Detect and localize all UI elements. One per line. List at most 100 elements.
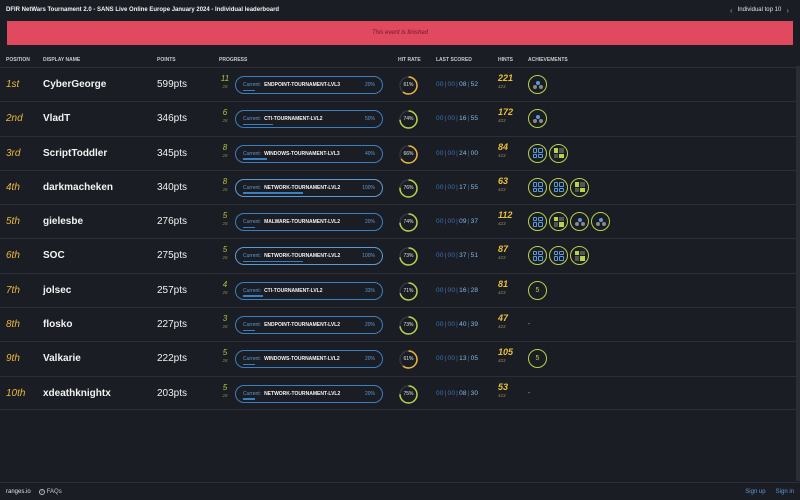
current-level-pill[interactable]: Current: NETWORK-TOURNAMENT-LVL2 100% bbox=[235, 247, 383, 266]
achievement-count-badge[interactable]: 5 bbox=[528, 349, 547, 369]
last-hours: 00 bbox=[447, 149, 456, 157]
hit-rate-value: 61% bbox=[403, 356, 414, 363]
current-level-pill[interactable]: Current: NETWORK-TOURNAMENT-LVL2 100% bbox=[235, 178, 383, 197]
achievement-grid-icon[interactable] bbox=[549, 177, 568, 197]
current-level-pill[interactable]: Current: NETWORK-TOURNAMENT-LVL2 20% bbox=[235, 384, 383, 403]
current-level-pill[interactable]: Current: WINDOWS-TOURNAMENT-LVL2 20% bbox=[235, 350, 383, 369]
col-achievements: ACHIEVEMENTS bbox=[528, 57, 568, 63]
current-level-name: NETWORK-TOURNAMENT-LVL2 bbox=[264, 184, 341, 191]
hints-used: 63 bbox=[498, 175, 509, 186]
table-row[interactable]: 5th gielesbe 276pts 5 28 Current: MALWARE-TOUR… bbox=[0, 204, 800, 238]
table-row[interactable]: 8th flosko 227pts 3 28 Current: ENDPOINT-TOURN… bbox=[0, 307, 800, 341]
progress-count: 5 28 bbox=[219, 383, 231, 399]
sign-in-link[interactable]: Sign in bbox=[776, 489, 794, 495]
achievement-grid-mixed-icon[interactable] bbox=[549, 212, 568, 232]
table-header: POSITION DISPLAY NAME POINTS PROGRESS HI… bbox=[0, 55, 800, 66]
achievement-grid-mixed-icon[interactable] bbox=[549, 143, 568, 163]
sign-up-link[interactable]: Sign up bbox=[745, 489, 765, 495]
hints-count: 172 423 bbox=[498, 108, 513, 124]
progress-total: 28 bbox=[222, 255, 228, 261]
points-value: 257pts bbox=[157, 284, 188, 296]
display-name[interactable]: jolsec bbox=[43, 274, 71, 308]
display-name[interactable]: CyberGeorge bbox=[43, 68, 106, 102]
current-level-pill[interactable]: Current: WINDOWS-TOURNAMENT-LVL3 40% bbox=[235, 144, 383, 163]
current-level-pill[interactable]: Current: ENDPOINT-TOURNAMENT-LVL2 20% bbox=[235, 316, 383, 335]
points-value: 203pts bbox=[157, 387, 188, 399]
hints-total: 423 bbox=[498, 152, 506, 158]
hit-rate-gauge: 74% bbox=[398, 109, 419, 130]
achievement-grid-mixed-icon[interactable] bbox=[570, 177, 589, 197]
table-row[interactable]: 10th xdeathknightx 203pts 5 28 Current: NETWOR… bbox=[0, 375, 800, 411]
achievements-list: - bbox=[528, 384, 530, 403]
last-scored-time: 00|00|16|28 bbox=[436, 286, 479, 294]
table-row[interactable]: 1st CyberGeorge 599pts 11 28 Current: ENDPOINT… bbox=[0, 67, 800, 101]
current-label: Current: bbox=[243, 150, 262, 157]
table-row[interactable]: 6th SOC 275pts 5 28 Current: NETWORK-TOURNAMEN… bbox=[0, 238, 800, 272]
display-name[interactable]: flosko bbox=[43, 308, 72, 342]
display-name[interactable]: gielesbe bbox=[43, 205, 83, 239]
achievement-grid-icon[interactable] bbox=[528, 212, 547, 232]
current-level-pill[interactable]: Current: CTI-TOURNAMENT-LVL2 50% bbox=[235, 110, 383, 129]
progress-count: 8 28 bbox=[219, 143, 231, 159]
chevron-right-icon[interactable]: › bbox=[786, 6, 789, 15]
col-position: POSITION bbox=[6, 57, 30, 63]
level-percent: 20% bbox=[364, 82, 375, 88]
col-last-scored: LAST SCORED bbox=[436, 57, 472, 63]
hit-rate-value: 71% bbox=[403, 287, 414, 294]
display-name[interactable]: xdeathknightx bbox=[43, 377, 111, 411]
achievement-grid-icon[interactable] bbox=[528, 143, 547, 163]
position-rank: 8th bbox=[6, 319, 20, 331]
current-label: Current: bbox=[243, 356, 262, 363]
last-scored-time: 00|00|08|52 bbox=[436, 81, 479, 88]
achievement-badge-icon[interactable] bbox=[528, 75, 547, 94]
progress-total: 28 bbox=[222, 186, 228, 192]
position-rank: 5th bbox=[6, 216, 20, 228]
current-level-name: CTI-TOURNAMENT-LVL2 bbox=[264, 287, 323, 294]
position-rank: 7th bbox=[6, 284, 20, 296]
display-name[interactable]: SOC bbox=[43, 239, 65, 273]
display-name[interactable]: VladT bbox=[43, 102, 70, 136]
last-seconds: 28 bbox=[470, 286, 479, 294]
faq-link[interactable]: ? FAQs bbox=[38, 488, 62, 495]
achievement-grid-icon[interactable] bbox=[549, 246, 568, 266]
current-level-pill[interactable]: Current: CTI-TOURNAMENT-LVL2 33% bbox=[235, 281, 383, 300]
display-name[interactable]: Valkarie bbox=[43, 342, 81, 376]
current-level-pill[interactable]: Current: ENDPOINT-TOURNAMENT-LVL3 20% bbox=[235, 76, 383, 94]
level-progress-bar bbox=[243, 226, 255, 229]
last-days: 00 bbox=[436, 218, 444, 226]
chevron-left-icon[interactable]: ‹ bbox=[730, 6, 733, 15]
last-days: 00 bbox=[436, 183, 444, 191]
progress-count: 8 28 bbox=[219, 177, 231, 193]
current-level-pill[interactable]: Current: MALWARE-TOURNAMENT-LVL2 20% bbox=[235, 213, 383, 232]
current-level-name: WINDOWS-TOURNAMENT-LVL2 bbox=[264, 356, 340, 363]
last-days: 00 bbox=[436, 149, 444, 157]
progress-total: 28 bbox=[222, 152, 228, 158]
achievement-badge-icon[interactable] bbox=[591, 212, 610, 232]
last-minutes: 40 bbox=[459, 321, 467, 329]
table-row[interactable]: 9th Valkarie 222pts 5 28 Current: WINDOWS-TOUR… bbox=[0, 341, 800, 375]
scrollbar[interactable] bbox=[796, 66, 800, 481]
table-row[interactable]: 4th darkmacheken 340pts 8 28 Current: NETWORK-… bbox=[0, 169, 800, 205]
achievement-count-badge[interactable]: 5 bbox=[528, 280, 547, 300]
last-seconds: 39 bbox=[470, 321, 479, 329]
achievement-grid-icon[interactable] bbox=[528, 177, 547, 197]
last-hours: 00 bbox=[447, 252, 456, 260]
table-row[interactable]: 7th jolsec 257pts 4 28 Current: CTI-TOURNAMENT… bbox=[0, 272, 800, 308]
display-name[interactable]: darkmacheken bbox=[43, 171, 113, 205]
achievement-grid-icon[interactable] bbox=[528, 246, 547, 266]
points-value: 276pts bbox=[157, 216, 188, 228]
last-minutes: 37 bbox=[459, 252, 467, 260]
table-row[interactable]: 3rd ScriptToddler 345pts 8 28 Current: WINDOWS… bbox=[0, 135, 800, 171]
level-progress-bar bbox=[243, 89, 255, 91]
achievement-badge-icon[interactable] bbox=[570, 212, 589, 232]
hints-total: 423 bbox=[498, 392, 506, 398]
brand-link[interactable]: ranges.io bbox=[6, 489, 31, 495]
display-name[interactable]: ScriptToddler bbox=[43, 137, 107, 171]
achievement-grid-mixed-icon[interactable] bbox=[570, 246, 589, 266]
achievement-badge-icon[interactable] bbox=[528, 109, 547, 129]
current-level-name: NETWORK-TOURNAMENT-LVL2 bbox=[264, 390, 341, 397]
current-level-name: ENDPOINT-TOURNAMENT-LVL2 bbox=[264, 322, 340, 329]
achievements-list bbox=[528, 143, 568, 163]
top-bar: DFIR NetWars Tournament 2.0 - SANS Live … bbox=[0, 0, 800, 20]
table-row[interactable]: 2nd VladT 346pts 6 28 Current: CTI-TOURNAMENT-… bbox=[0, 101, 800, 135]
